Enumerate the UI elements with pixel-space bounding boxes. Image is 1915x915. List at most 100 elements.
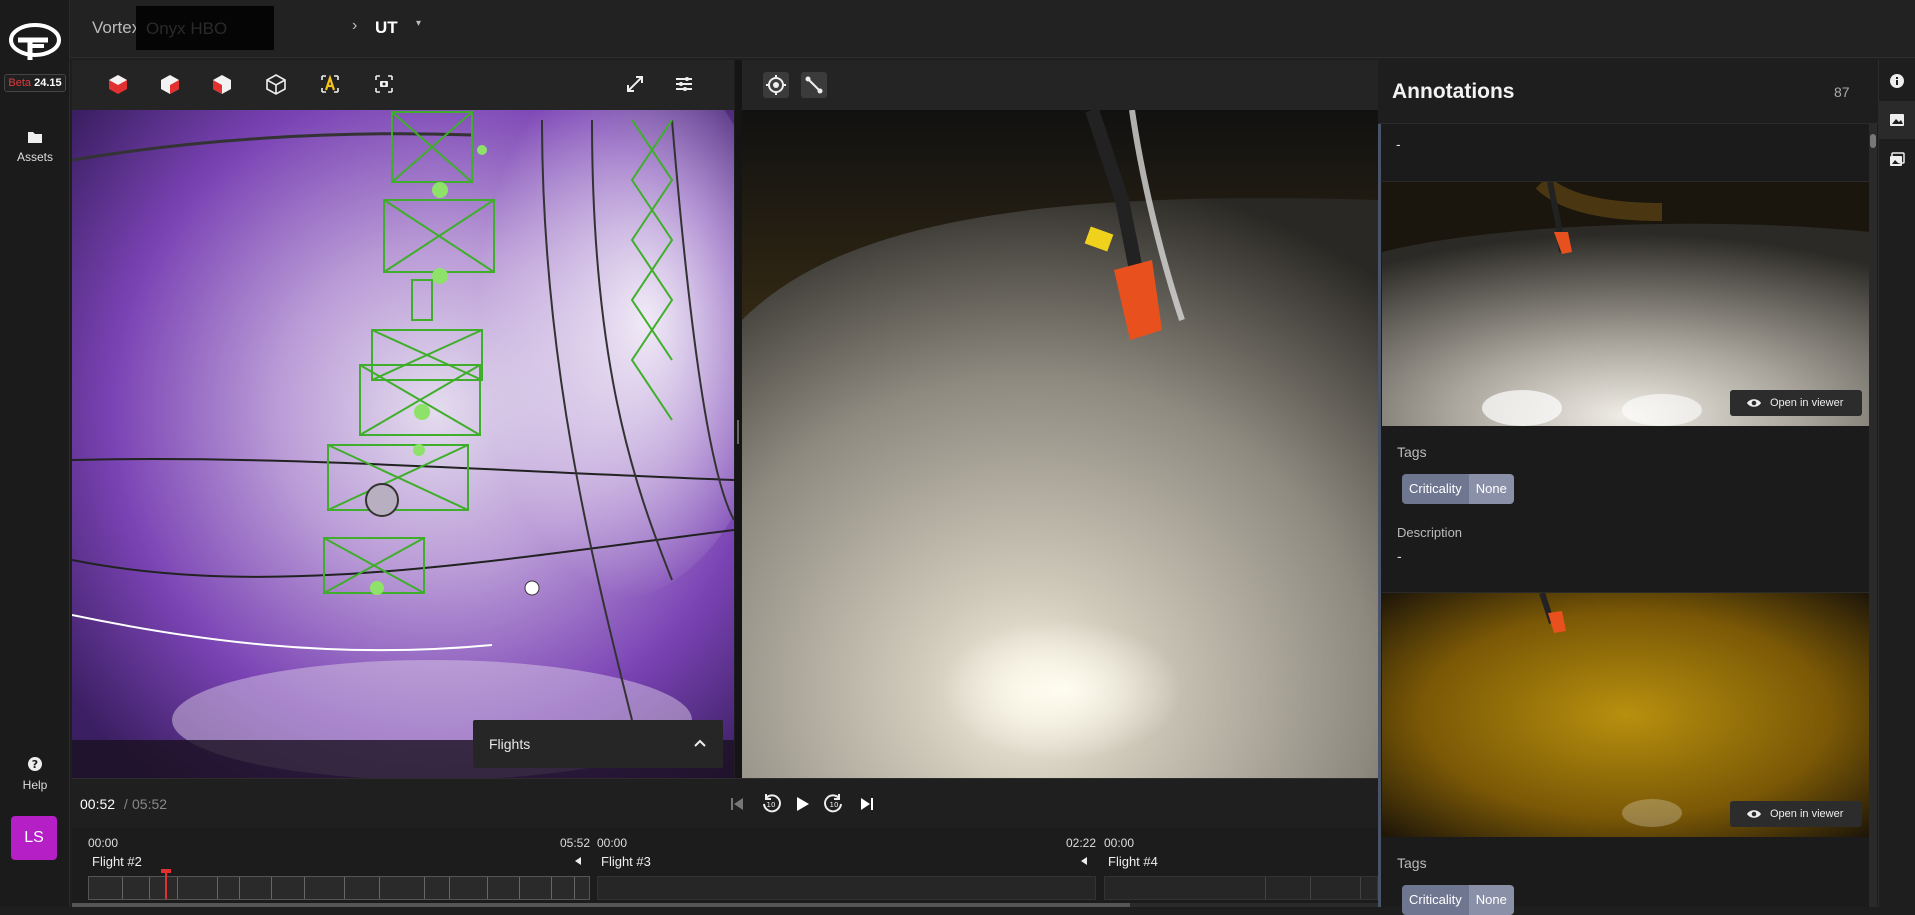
annotations-title: Annotations bbox=[1392, 80, 1515, 103]
tag-value: None bbox=[1468, 885, 1514, 915]
playhead[interactable] bbox=[165, 871, 167, 899]
forward-10-icon[interactable]: 10 bbox=[823, 793, 845, 815]
beta-label: Beta bbox=[8, 77, 32, 89]
skip-forward-icon[interactable] bbox=[858, 795, 876, 813]
chevron-down-icon[interactable]: ▾ bbox=[416, 18, 421, 29]
camera-icon[interactable] bbox=[372, 72, 396, 96]
breadcrumb-item-3[interactable]: UT bbox=[375, 18, 398, 38]
target-button[interactable] bbox=[763, 72, 789, 98]
description-label: Description bbox=[1397, 525, 1463, 540]
track-name: Flight #2 bbox=[92, 854, 142, 869]
chevron-up-icon[interactable] bbox=[693, 738, 707, 748]
svg-text:10: 10 bbox=[830, 801, 839, 809]
track-bar[interactable] bbox=[1104, 876, 1378, 900]
play-icon[interactable] bbox=[792, 794, 812, 814]
gallery-button[interactable] bbox=[1878, 141, 1915, 179]
flights-panel-label: Flights bbox=[489, 736, 531, 752]
tag-key: Criticality bbox=[1402, 885, 1469, 915]
info-button[interactable] bbox=[1878, 62, 1915, 100]
target-icon bbox=[766, 75, 786, 95]
track-start-time: 00:00 bbox=[597, 836, 628, 850]
svg-text:?: ? bbox=[32, 758, 38, 771]
current-time: 00:52 bbox=[80, 796, 116, 812]
breadcrumb-separator: › bbox=[352, 17, 358, 34]
annotation-description-value: - bbox=[1396, 136, 1401, 152]
logo-icon[interactable] bbox=[8, 20, 62, 64]
version-number: 24.15 bbox=[34, 77, 62, 89]
flight-track[interactable]: 00:00 02:22 Flight #3 bbox=[597, 836, 1096, 900]
flight-track[interactable]: 00:00 05:52 Flight #2 bbox=[88, 836, 590, 900]
breadcrumb-item-2-label: Onyx HBO bbox=[146, 19, 228, 38]
gallery-icon bbox=[1890, 152, 1905, 166]
description-value: - bbox=[1397, 548, 1402, 564]
help-icon: ? bbox=[28, 757, 42, 771]
track-end-time: 05:52 bbox=[559, 836, 590, 850]
image-icon bbox=[1890, 114, 1904, 126]
user-avatar[interactable]: LS bbox=[11, 816, 57, 860]
version-badge: Beta 24.15 bbox=[4, 74, 66, 92]
image-button[interactable] bbox=[1878, 101, 1915, 139]
expand-icon[interactable] bbox=[623, 72, 647, 96]
track-name: Flight #3 bbox=[601, 854, 651, 869]
annotations-count: 87 bbox=[1834, 84, 1850, 100]
timeline-scrollbar[interactable] bbox=[72, 903, 1378, 907]
right-rail bbox=[1878, 60, 1915, 907]
open-in-viewer-label: Open in viewer bbox=[1770, 397, 1844, 409]
measure-button[interactable] bbox=[801, 72, 827, 98]
collapse-left-icon[interactable] bbox=[574, 856, 582, 866]
annotation-tool-icon[interactable] bbox=[318, 72, 342, 96]
tags-label: Tags bbox=[1397, 444, 1427, 460]
tag-chip[interactable]: Criticality None bbox=[1402, 885, 1514, 915]
open-in-viewer-label: Open in viewer bbox=[1770, 808, 1844, 820]
track-name: Flight #4 bbox=[1108, 854, 1158, 869]
annotation-thumbnail[interactable]: Open in viewer bbox=[1382, 593, 1870, 837]
cube-icon[interactable] bbox=[210, 72, 234, 96]
rewind-10-icon[interactable]: 10 bbox=[760, 793, 782, 815]
measure-icon bbox=[805, 76, 823, 94]
breadcrumb-item-2[interactable]: Onyx HBO bbox=[136, 6, 274, 50]
nav-assets-button[interactable]: Assets bbox=[0, 130, 70, 164]
breadcrumb-item-1[interactable]: Vortex bbox=[92, 18, 140, 38]
open-in-viewer-button[interactable]: Open in viewer bbox=[1730, 390, 1862, 416]
panel-splitter[interactable] bbox=[735, 60, 742, 778]
cube-outline-icon[interactable] bbox=[264, 72, 288, 96]
cube-icon[interactable] bbox=[158, 72, 182, 96]
flight-track[interactable]: 00:00 Flight #4 bbox=[1104, 836, 1378, 900]
info-icon bbox=[1890, 74, 1904, 88]
tag-value: None bbox=[1468, 474, 1514, 504]
image-toolbar bbox=[742, 60, 1378, 110]
top-bar bbox=[70, 0, 1915, 58]
eye-icon bbox=[1747, 399, 1761, 407]
playback-bar: 00:52 / 05:52 10 10 bbox=[72, 778, 1378, 828]
track-end-time: 02:22 bbox=[1065, 836, 1096, 850]
annotation-card[interactable]: Open in viewer Tags Criticality None Des… bbox=[1382, 181, 1870, 591]
annotation-card[interactable]: Open in viewer Tags Criticality None bbox=[1382, 592, 1870, 915]
total-time: 05:52 bbox=[132, 796, 168, 812]
folder-icon bbox=[28, 132, 42, 143]
tag-key: Criticality bbox=[1402, 474, 1469, 504]
cube-icon[interactable] bbox=[106, 72, 130, 96]
skip-back-icon[interactable] bbox=[728, 795, 746, 813]
annotation-thumbnail[interactable]: Open in viewer bbox=[1382, 182, 1870, 426]
track-start-time: 00:00 bbox=[1104, 836, 1135, 850]
image-viewer[interactable] bbox=[742, 60, 1378, 778]
collapse-left-icon[interactable] bbox=[1080, 856, 1088, 866]
track-bar[interactable] bbox=[597, 876, 1096, 900]
tag-chip[interactable]: Criticality None bbox=[1402, 474, 1514, 504]
annotation-card-fragment: - bbox=[1382, 124, 1870, 180]
sliders-icon[interactable] bbox=[672, 72, 696, 96]
annotations-scrollbar[interactable] bbox=[1869, 124, 1877, 907]
svg-text:10: 10 bbox=[767, 801, 776, 809]
annotations-panel-edge bbox=[1378, 124, 1381, 907]
model-viewer[interactable] bbox=[72, 60, 734, 778]
eye-icon bbox=[1747, 810, 1761, 818]
nav-assets-label: Assets bbox=[16, 150, 53, 164]
nav-help-label: Help bbox=[22, 778, 48, 792]
nav-help-button[interactable]: ? Help bbox=[0, 756, 70, 792]
track-start-time: 00:00 bbox=[88, 836, 119, 850]
time-separator: / bbox=[120, 796, 132, 812]
flights-panel[interactable]: Flights bbox=[473, 720, 723, 768]
open-in-viewer-button[interactable]: Open in viewer bbox=[1730, 801, 1862, 827]
tags-label: Tags bbox=[1397, 855, 1427, 871]
track-bar[interactable] bbox=[88, 869, 590, 900]
